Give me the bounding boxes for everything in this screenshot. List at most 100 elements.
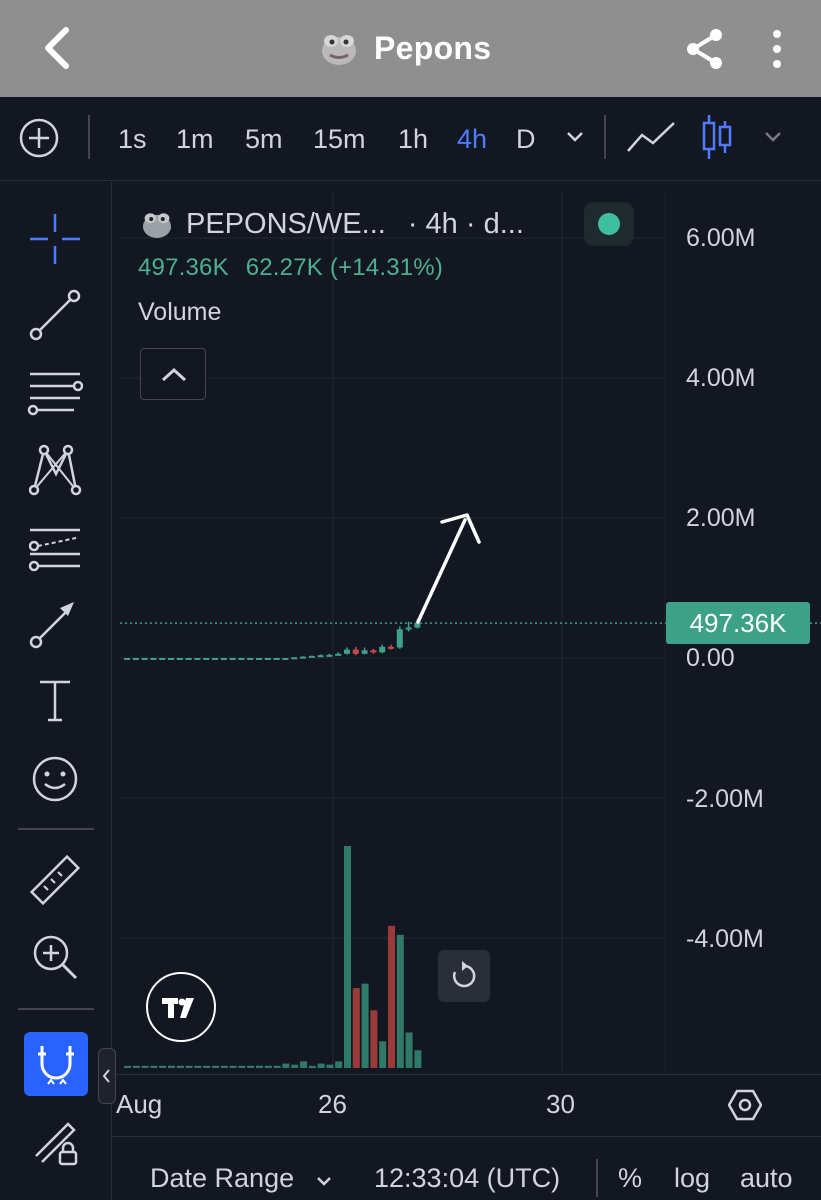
volume-bar	[220, 1065, 228, 1068]
collapse-legend-button[interactable]	[140, 348, 206, 400]
candle-body	[370, 650, 377, 653]
symbol-name[interactable]: PEPONS/WE...	[186, 208, 386, 241]
volume-bar	[344, 846, 351, 1068]
app-bar: Pepons	[0, 0, 821, 97]
chevron-down-icon[interactable]	[762, 125, 784, 147]
pepe-logo-icon	[138, 205, 176, 243]
trend-line-icon[interactable]	[26, 286, 84, 344]
line-chart-icon[interactable]	[625, 117, 677, 157]
volume-bar	[273, 1065, 281, 1068]
zoom-in-icon[interactable]	[26, 928, 84, 986]
market-status-indicator[interactable]	[584, 202, 634, 246]
toolbar-divider	[604, 115, 606, 159]
volume-bar	[194, 1065, 202, 1068]
volume-bar	[388, 925, 395, 1068]
volume-bar	[300, 1061, 307, 1068]
volume-bar	[132, 1065, 140, 1068]
timeframe-1h[interactable]: 1h	[398, 119, 428, 159]
chart-settings-icon[interactable]	[728, 1088, 762, 1122]
back-arrow-icon[interactable]	[38, 24, 78, 72]
time-axis[interactable]: Aug 26 30	[112, 1074, 821, 1136]
candle-body	[317, 655, 324, 658]
symbol-legend: PEPONS/WE... · 4h · d...	[138, 200, 524, 248]
timeframe-5m[interactable]: 5m	[245, 119, 283, 159]
price-axis-label: 4.00M	[686, 364, 756, 392]
utc-clock[interactable]: 12:33:04 (UTC)	[374, 1163, 560, 1194]
timeframe-1m[interactable]: 1m	[176, 119, 214, 159]
last-price-tag: 497.36K	[666, 602, 810, 644]
candle-body	[229, 658, 236, 660]
fib-retracement-icon[interactable]	[26, 364, 84, 422]
candle-body	[405, 627, 412, 630]
candle-body	[176, 658, 183, 660]
price-change-value: 62.27K (+14.31%)	[245, 254, 444, 281]
symbol-interval: · 4h · d...	[407, 207, 524, 240]
volume-bar	[264, 1065, 272, 1068]
volume-bar	[352, 988, 360, 1068]
candle-body	[185, 658, 192, 660]
auto-scale-toggle[interactable]: auto	[740, 1163, 793, 1194]
last-price-value: 497.36K	[138, 254, 229, 281]
volume-bar	[247, 1065, 255, 1068]
timeframe-15m[interactable]: 15m	[313, 119, 366, 159]
more-options-icon[interactable]	[764, 26, 790, 72]
chevron-down-icon[interactable]	[564, 125, 586, 147]
magnet-mode-button[interactable]	[24, 1032, 88, 1096]
magnet-icon	[38, 1046, 74, 1085]
log-scale-toggle[interactable]: log	[674, 1163, 710, 1194]
candle-body	[220, 658, 227, 660]
tools-divider	[18, 1008, 94, 1010]
candle-body	[247, 658, 254, 660]
volume-bar	[291, 1064, 299, 1068]
forecast-tool-icon[interactable]	[26, 518, 84, 576]
percent-scale-toggle[interactable]: %	[618, 1163, 642, 1194]
crosshair-icon[interactable]	[26, 210, 84, 268]
emoji-icon[interactable]	[26, 750, 84, 808]
price-axis-label: 2.00M	[686, 504, 756, 532]
volume-bar	[238, 1065, 246, 1068]
price-axis-label: -4.00M	[686, 925, 764, 953]
drawing-tools-panel	[0, 182, 112, 1200]
timeframe-4h[interactable]: 4h	[457, 119, 487, 159]
tradingview-logo-icon[interactable]	[146, 972, 216, 1042]
price-axis-label: 6.00M	[686, 224, 756, 252]
candle-body	[335, 653, 342, 656]
candle-body	[194, 658, 201, 660]
candlestick-icon[interactable]	[700, 113, 734, 161]
ruler-icon[interactable]	[26, 852, 84, 910]
candle-body	[308, 655, 315, 658]
date-range-button[interactable]: Date Range	[150, 1163, 294, 1194]
candle-body	[326, 654, 333, 657]
arrow-tool-icon[interactable]	[26, 594, 84, 652]
add-symbol-icon[interactable]	[18, 117, 60, 159]
volume-bar	[326, 1064, 334, 1068]
chevron-down-icon[interactable]	[314, 1171, 334, 1191]
lock-drawings-icon[interactable]	[26, 1114, 84, 1172]
candle-body	[388, 646, 394, 649]
candle-body	[264, 658, 271, 660]
volume-bar	[212, 1065, 219, 1068]
price-axis-label: 0.00	[686, 644, 735, 672]
candle-body	[300, 656, 306, 659]
price-axis-label: -2.00M	[686, 785, 764, 813]
candle-body	[238, 658, 245, 660]
volume-bar	[229, 1065, 237, 1068]
timeframe-1s[interactable]: 1s	[118, 119, 147, 159]
chevron-up-icon	[161, 367, 187, 382]
time-axis-label: Aug	[116, 1089, 163, 1119]
candle-body	[273, 658, 280, 660]
candle-body	[344, 649, 350, 654]
text-tool-icon[interactable]	[26, 672, 84, 730]
reset-chart-button[interactable]	[438, 950, 490, 1002]
timeframe-d[interactable]: D	[516, 119, 536, 159]
volume-bar	[361, 983, 369, 1068]
candle-body	[212, 658, 218, 660]
candle-body	[159, 658, 166, 660]
volume-bar	[370, 1010, 378, 1068]
volume-bar	[176, 1065, 184, 1068]
share-icon[interactable]	[682, 26, 728, 72]
candle-body	[256, 658, 262, 660]
candle-body	[282, 658, 289, 660]
pattern-tool-icon[interactable]	[26, 440, 84, 498]
volume-indicator-label[interactable]: Volume	[138, 298, 221, 327]
